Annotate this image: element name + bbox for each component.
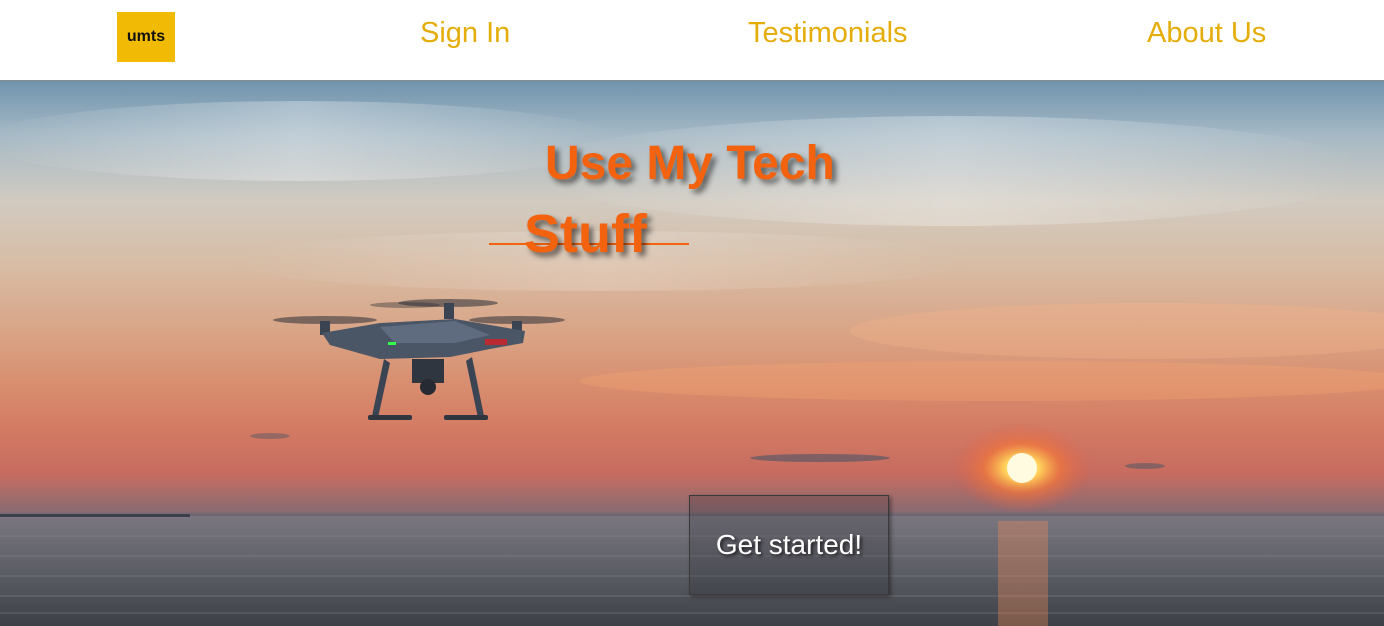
- get-started-button[interactable]: Get started!: [689, 495, 889, 595]
- nav-link-about-us[interactable]: About Us: [1147, 14, 1266, 52]
- logo-text: umts: [126, 28, 166, 45]
- sun: [952, 423, 1092, 513]
- hero-title-line-1: Use My Tech: [545, 137, 835, 190]
- get-started-label: Get started!: [715, 529, 863, 560]
- top-navbar: umts Sign In Testimonials About Us: [0, 0, 1384, 81]
- nav-link-testimonials[interactable]: Testimonials: [748, 14, 908, 52]
- hero-title-line-2: Stuff: [524, 204, 647, 264]
- logo[interactable]: umts: [117, 12, 175, 62]
- hero-banner: Use My Tech Stuff Get started!: [0, 81, 1384, 626]
- drone-icon: [273, 299, 565, 420]
- sun-reflection: [998, 521, 1048, 626]
- nav-link-sign-in[interactable]: Sign In: [420, 14, 510, 52]
